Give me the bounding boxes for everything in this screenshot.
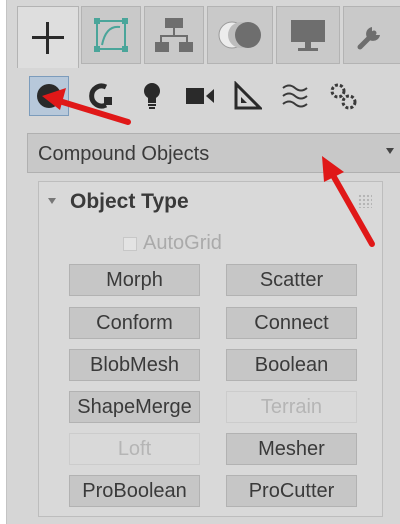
helpers-ruler-icon (234, 81, 262, 110)
mesher-button[interactable]: Mesher (226, 433, 357, 465)
category-cameras-button[interactable] (180, 76, 220, 116)
terrain-button: Terrain (226, 391, 357, 423)
proboolean-button[interactable]: ProBoolean (69, 475, 200, 507)
boolean-button[interactable]: Boolean (226, 349, 357, 381)
category-helpers-button[interactable] (227, 76, 267, 116)
space-warps-icon (282, 84, 308, 108)
object-category-dropdown[interactable]: Compound Objects (27, 133, 400, 173)
autogrid-checkbox (123, 236, 137, 251)
morph-button[interactable]: Morph (69, 264, 200, 296)
display-monitor-icon (291, 20, 325, 51)
motion-icon (218, 21, 261, 49)
hierarchy-icon (155, 18, 193, 52)
autogrid-label: AutoGrid (143, 232, 222, 254)
category-geometry-button[interactable] (29, 76, 69, 116)
shapemerge-button[interactable]: ShapeMerge (69, 391, 200, 423)
category-lights-button[interactable] (132, 76, 172, 116)
tab-utilities[interactable] (343, 6, 400, 64)
shapes-icon (89, 83, 112, 109)
sphere-icon (37, 84, 61, 108)
rollout-collapse-icon[interactable] (48, 198, 56, 204)
connect-button[interactable]: Connect (226, 307, 357, 339)
category-systems-button[interactable] (323, 76, 363, 116)
category-shapes-button[interactable] (79, 76, 119, 116)
modify-curve-icon (94, 18, 128, 52)
autogrid-checkbox-row: AutoGrid (123, 232, 222, 255)
light-bulb-icon (144, 83, 160, 109)
blobmesh-button[interactable]: BlobMesh (69, 349, 200, 381)
category-space-warps-button[interactable] (275, 76, 315, 116)
wrench-icon (357, 27, 380, 50)
tab-display[interactable] (276, 6, 340, 64)
tab-create[interactable] (17, 6, 79, 68)
camera-icon (186, 88, 214, 104)
scatter-button[interactable]: Scatter (226, 264, 357, 296)
rollout-title[interactable]: Object Type (70, 190, 189, 214)
loft-button: Loft (69, 433, 200, 465)
object-type-rollout: Object Type AutoGrid Morph Scatter Confo… (38, 181, 383, 517)
tab-modify[interactable] (81, 6, 141, 64)
conform-button[interactable]: Conform (69, 307, 200, 339)
command-panel: Compound Objects Object Type AutoGrid Mo… (6, 0, 400, 524)
tab-motion[interactable] (207, 6, 273, 64)
tab-hierarchy[interactable] (144, 6, 204, 64)
plus-icon (32, 21, 64, 54)
grip-icon (358, 194, 372, 208)
gears-icon (330, 83, 357, 110)
dropdown-selected-value: Compound Objects (38, 143, 210, 165)
procutter-button[interactable]: ProCutter (226, 475, 357, 507)
chevron-down-icon (386, 148, 394, 154)
